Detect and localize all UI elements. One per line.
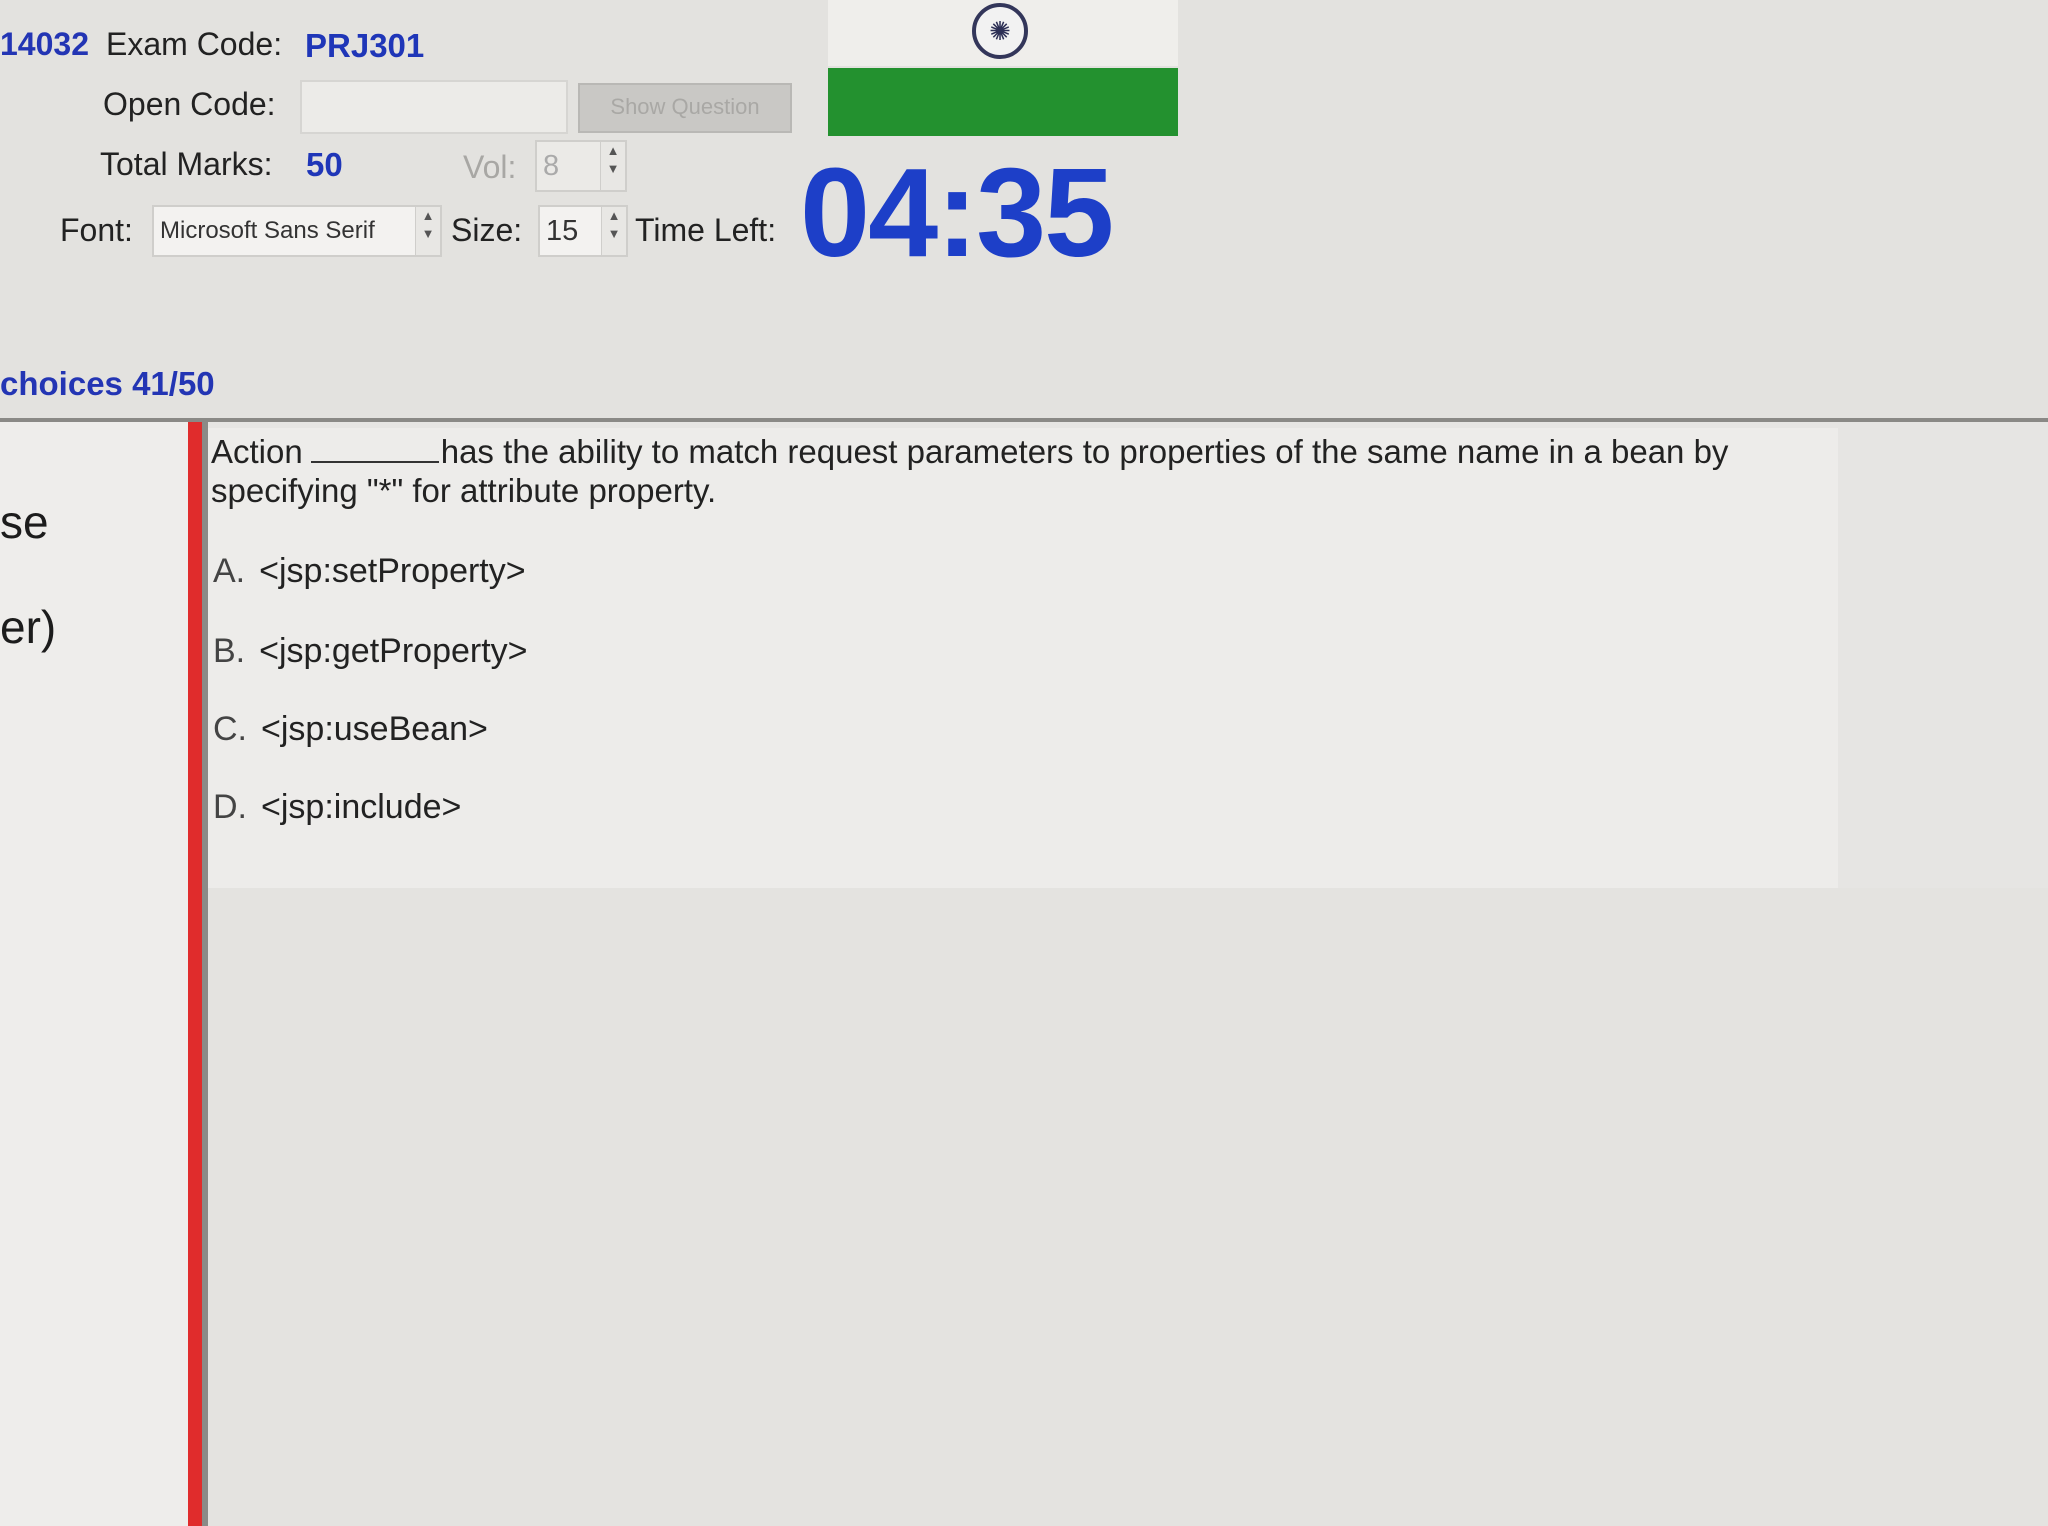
option-c-text: <jsp:useBean> <box>261 710 488 748</box>
total-marks-value: 50 <box>306 146 343 183</box>
content-area <box>208 888 2048 1526</box>
option-a[interactable]: A. <jsp:setProperty> <box>213 552 526 591</box>
font-label: Font: <box>60 212 133 248</box>
font-select[interactable]: Microsoft Sans Serif ▲ ▼ <box>152 205 442 257</box>
option-d-text: <jsp:include> <box>261 788 462 826</box>
status-bar <box>828 68 1178 136</box>
exam-code-label: Exam Code: <box>106 26 283 62</box>
option-a-letter: A. <box>213 552 246 590</box>
answer-indicator-bar <box>188 422 202 1526</box>
left-panel-text-2: er) <box>0 601 57 653</box>
option-d-letter: D. <box>213 788 247 826</box>
option-b-letter: B. <box>213 632 246 670</box>
option-c-letter: C. <box>213 710 247 748</box>
option-b[interactable]: B. <jsp:getProperty> <box>213 632 528 671</box>
size-stepper[interactable]: 15 ▲ ▼ <box>538 205 628 257</box>
size-value: 15 <box>546 215 579 247</box>
option-c[interactable]: C. <jsp:useBean> <box>213 710 488 749</box>
font-select-arrows[interactable]: ▲ ▼ <box>415 207 440 255</box>
question-progress: choices 41/50 <box>0 365 215 402</box>
countdown-timer: 04:35 <box>800 142 1114 283</box>
question-text-start: Action <box>211 433 303 470</box>
section-divider <box>0 418 2048 422</box>
vol-label: Vol: <box>463 149 517 185</box>
font-select-value: Microsoft Sans Serif <box>160 217 375 244</box>
open-code-label: Open Code: <box>103 86 276 122</box>
size-stepper-arrows[interactable]: ▲ ▼ <box>601 207 626 255</box>
emblem-icon: ✺ <box>972 3 1028 59</box>
question-line-2: specifying "*" for attribute property. <box>211 472 717 509</box>
exam-code-value: PRJ301 <box>305 27 425 64</box>
volume-stepper-arrows[interactable]: ▲ ▼ <box>600 142 625 190</box>
left-panel <box>0 422 188 1526</box>
left-panel-text-1: se <box>0 496 49 548</box>
option-b-text: <jsp:getProperty> <box>259 632 528 670</box>
open-code-input[interactable] <box>300 80 568 134</box>
total-marks-label: Total Marks: <box>100 146 273 182</box>
option-d[interactable]: D. <jsp:include> <box>213 788 461 827</box>
question-text-middle: has the ability to match request paramet… <box>440 433 1729 470</box>
question-line-1: Action has the ability to match request p… <box>211 433 1728 471</box>
volume-stepper[interactable]: 8 ▲ ▼ <box>535 140 627 192</box>
exam-id: 14032 <box>0 26 89 62</box>
volume-value: 8 <box>543 150 560 182</box>
size-label: Size: <box>451 212 523 248</box>
time-left-label: Time Left: <box>635 212 777 248</box>
answer-blank <box>310 437 439 463</box>
show-question-button[interactable]: Show Question <box>578 83 792 133</box>
option-a-text: <jsp:setProperty> <box>259 552 526 590</box>
